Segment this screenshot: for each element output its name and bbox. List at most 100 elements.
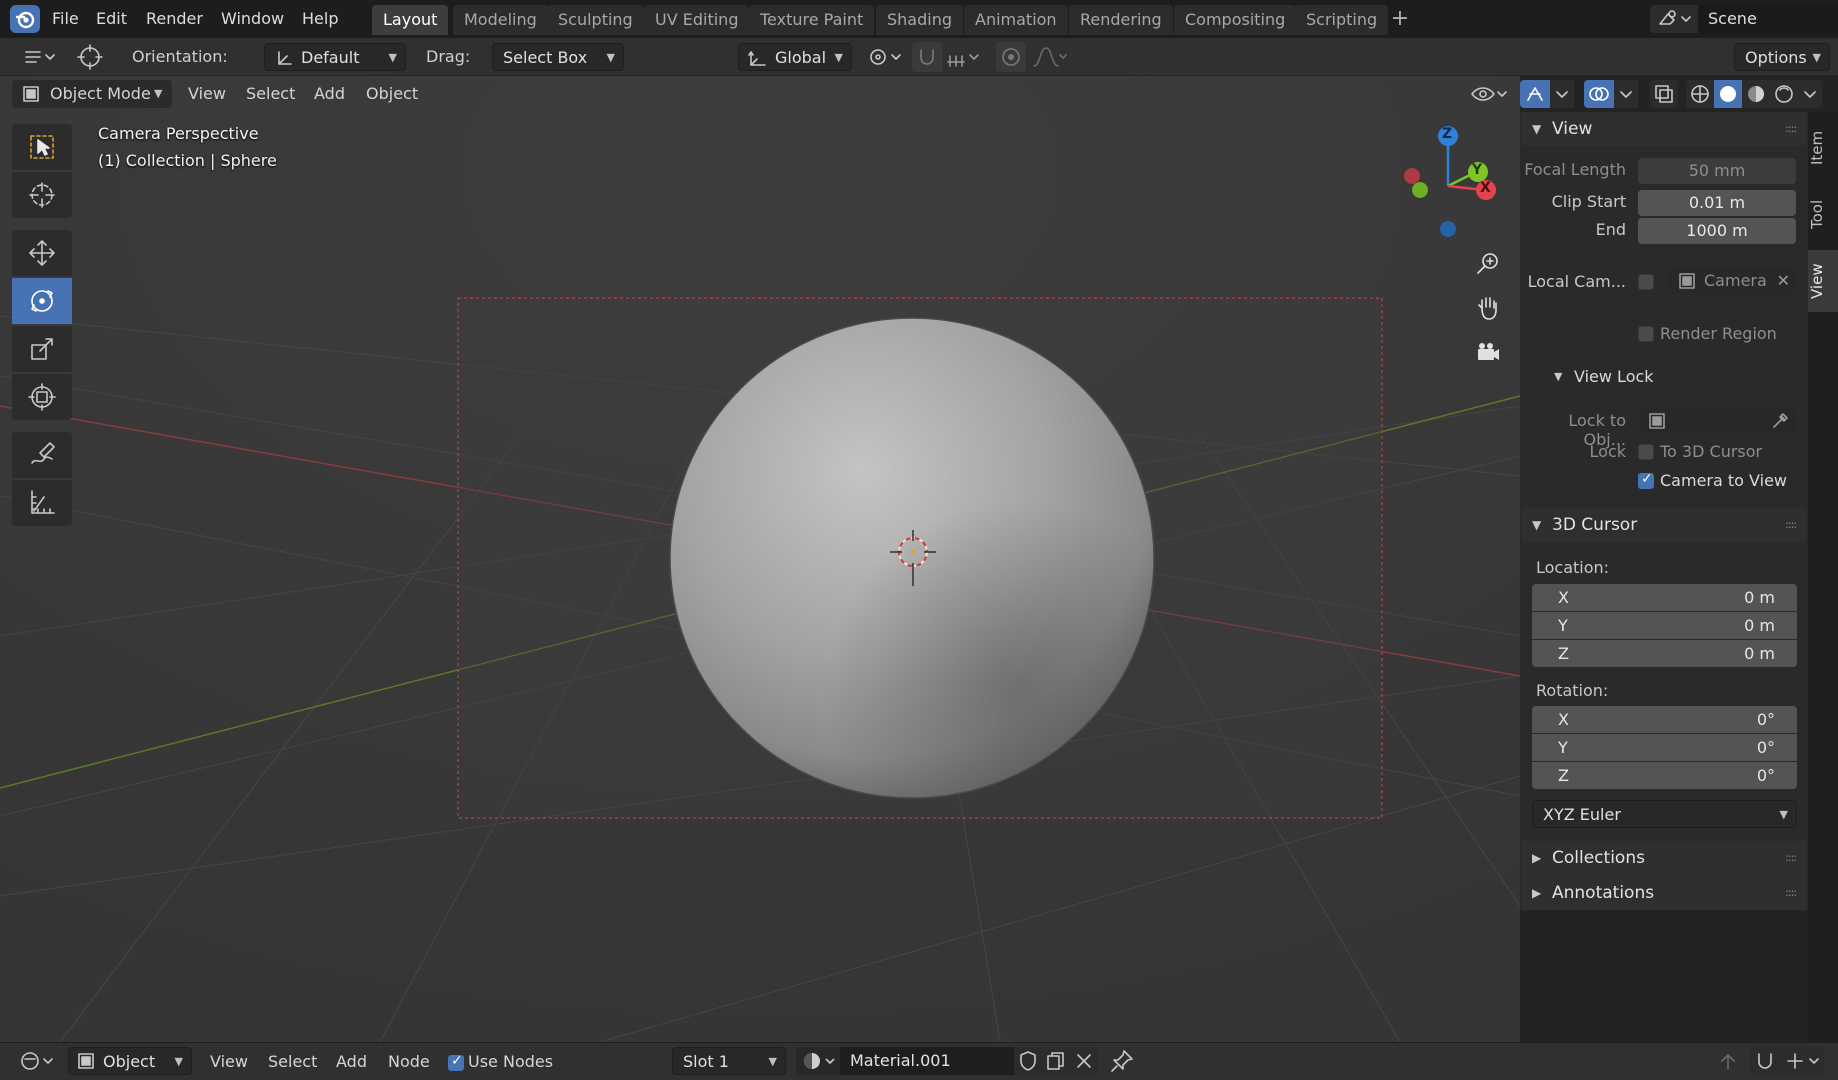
scene-selector-button[interactable] xyxy=(1650,5,1698,33)
menu-object[interactable]: Object xyxy=(360,82,424,106)
tab-sculpting[interactable]: Sculpting xyxy=(547,5,644,35)
menu-select[interactable]: Select xyxy=(240,82,301,106)
move-tool[interactable] xyxy=(12,230,72,276)
menu-help[interactable]: Help xyxy=(296,6,344,32)
view-panel-header[interactable]: ▼ View :::: xyxy=(1522,112,1806,146)
cursor-tool[interactable] xyxy=(12,172,72,218)
local-camera-field[interactable]: Camera ✕ xyxy=(1668,268,1796,294)
scene-name-field[interactable]: Scene xyxy=(1698,5,1838,33)
bottom-menu-view[interactable]: View xyxy=(204,1050,254,1074)
view-lock-subheader[interactable]: ▼ View Lock xyxy=(1552,362,1654,392)
shading-rendered-icon[interactable] xyxy=(1770,80,1798,108)
gizmo-z-label[interactable]: Z xyxy=(1442,126,1452,142)
editor-type-icon[interactable] xyxy=(14,1047,58,1075)
3d-cursor-panel-header[interactable]: ▼ 3D Cursor :::: xyxy=(1522,508,1806,542)
gizmo-dropdown-icon[interactable] xyxy=(1550,80,1574,108)
eyedropper-icon[interactable] xyxy=(1770,411,1790,431)
location-x-field[interactable]: X 0 m xyxy=(1532,584,1797,611)
sidebar-tab-tool[interactable]: Tool xyxy=(1808,184,1838,244)
material-name-field[interactable]: Material.001 xyxy=(840,1047,1014,1075)
drag-grip-icon[interactable]: :::: xyxy=(1785,876,1797,910)
scale-tool[interactable] xyxy=(12,326,72,372)
transform-tool[interactable] xyxy=(12,374,72,420)
rotation-y-field[interactable]: Y 0° xyxy=(1532,734,1797,761)
tab-uv-editing[interactable]: UV Editing xyxy=(644,5,750,35)
clip-end-field[interactable]: 1000 m xyxy=(1638,218,1796,244)
tab-shading[interactable]: Shading xyxy=(876,5,963,35)
menu-edit[interactable]: Edit xyxy=(90,6,133,32)
gizmo-y-label[interactable]: Y xyxy=(1472,162,1482,178)
fake-user-shield-icon[interactable] xyxy=(1014,1047,1042,1075)
menu-window[interactable]: Window xyxy=(215,6,290,32)
bottom-menu-add[interactable]: Add xyxy=(330,1050,373,1074)
lock-to-3d-cursor-checkbox[interactable] xyxy=(1638,444,1654,460)
snap-toggle-icon[interactable] xyxy=(912,42,942,72)
parent-node-tree-icon[interactable] xyxy=(1714,1047,1742,1075)
tab-compositing[interactable]: Compositing xyxy=(1174,5,1297,35)
orientation-dropdown[interactable]: Default ▼ xyxy=(264,43,406,71)
select-box-tool[interactable] xyxy=(12,124,72,170)
annotations-panel-header[interactable]: ▶ Annotations :::: xyxy=(1522,876,1806,910)
falloff-curve-icon[interactable] xyxy=(1030,42,1070,72)
xray-toggle-icon[interactable] xyxy=(1650,80,1678,108)
shading-material-icon[interactable] xyxy=(1742,80,1770,108)
tab-animation[interactable]: Animation xyxy=(964,5,1068,35)
visibility-toggle-icon[interactable] xyxy=(1466,80,1510,108)
node-snap-icon[interactable] xyxy=(1750,1047,1780,1075)
editor-type-icon[interactable] xyxy=(18,42,58,72)
options-dropdown[interactable]: Options ▼ xyxy=(1734,43,1830,71)
3d-viewport[interactable] xyxy=(0,76,1520,1042)
duplicate-material-icon[interactable] xyxy=(1042,1047,1070,1075)
pan-hand-icon[interactable] xyxy=(1472,292,1504,324)
location-y-field[interactable]: Y 0 m xyxy=(1532,612,1797,639)
camera-to-view-checkbox[interactable] xyxy=(1638,471,1654,489)
rotate-tool[interactable] xyxy=(12,278,72,324)
focal-length-field[interactable]: 50 mm xyxy=(1638,158,1796,184)
collections-panel-header[interactable]: ▶ Collections :::: xyxy=(1522,841,1806,875)
rotation-x-field[interactable]: X 0° xyxy=(1532,706,1797,733)
gizmo-toggle-icon[interactable] xyxy=(1520,80,1550,108)
tab-layout[interactable]: Layout xyxy=(372,5,449,35)
rotation-mode-dropdown[interactable]: XYZ Euler ▼ xyxy=(1532,800,1797,828)
menu-render[interactable]: Render xyxy=(140,6,209,32)
sidebar-tab-item[interactable]: Item xyxy=(1808,118,1838,178)
shading-wireframe-icon[interactable] xyxy=(1686,80,1714,108)
gizmo-x-label[interactable]: X xyxy=(1480,180,1491,196)
pin-icon[interactable] xyxy=(1108,1047,1136,1075)
location-z-field[interactable]: Z 0 m xyxy=(1532,640,1797,667)
shading-solid-icon[interactable] xyxy=(1714,80,1742,108)
slot-dropdown[interactable]: Slot 1 ▼ xyxy=(672,1047,786,1075)
proportional-editing-icon[interactable] xyxy=(996,42,1026,72)
tab-rendering[interactable]: Rendering xyxy=(1069,5,1173,35)
drag-grip-icon[interactable]: :::: xyxy=(1785,508,1797,542)
object-type-dropdown[interactable]: Object ▼ xyxy=(68,1047,192,1075)
snap-increment-icon[interactable] xyxy=(942,42,986,72)
viewport-scene[interactable] xyxy=(0,76,1520,1042)
node-snap-mode-icon[interactable] xyxy=(1780,1047,1824,1075)
pivot-point-icon[interactable] xyxy=(862,42,906,72)
shading-dropdown-icon[interactable] xyxy=(1798,80,1822,108)
render-region-checkbox[interactable] xyxy=(1638,326,1654,342)
drag-grip-icon[interactable]: :::: xyxy=(1785,112,1797,146)
tab-modeling[interactable]: Modeling xyxy=(453,5,548,35)
drag-dropdown[interactable]: Select Box ▼ xyxy=(492,43,624,71)
lock-to-object-field[interactable] xyxy=(1638,408,1796,434)
local-camera-checkbox[interactable] xyxy=(1638,274,1654,290)
clip-start-field[interactable]: 0.01 m xyxy=(1638,190,1796,216)
rotation-z-field[interactable]: Z 0° xyxy=(1532,762,1797,789)
tab-scripting[interactable]: Scripting xyxy=(1295,5,1389,35)
overlays-toggle-icon[interactable] xyxy=(1584,80,1614,108)
transform-orientation-dropdown[interactable]: Global ▼ xyxy=(738,43,852,71)
overlays-dropdown-icon[interactable] xyxy=(1614,80,1638,108)
blender-logo-icon[interactable] xyxy=(10,5,40,33)
bottom-menu-node[interactable]: Node xyxy=(382,1050,436,1074)
add-workspace-icon[interactable]: + xyxy=(1390,6,1410,32)
drag-grip-icon[interactable]: :::: xyxy=(1785,841,1797,875)
annotate-tool[interactable] xyxy=(12,432,72,478)
menu-add[interactable]: Add xyxy=(308,82,351,106)
transform-pivot-icon[interactable] xyxy=(70,40,110,74)
tab-texture-paint[interactable]: Texture Paint xyxy=(749,5,875,35)
mode-dropdown[interactable]: Object Mode xyxy=(44,82,157,106)
bottom-menu-select[interactable]: Select xyxy=(262,1050,323,1074)
measure-tool[interactable] xyxy=(12,480,72,526)
